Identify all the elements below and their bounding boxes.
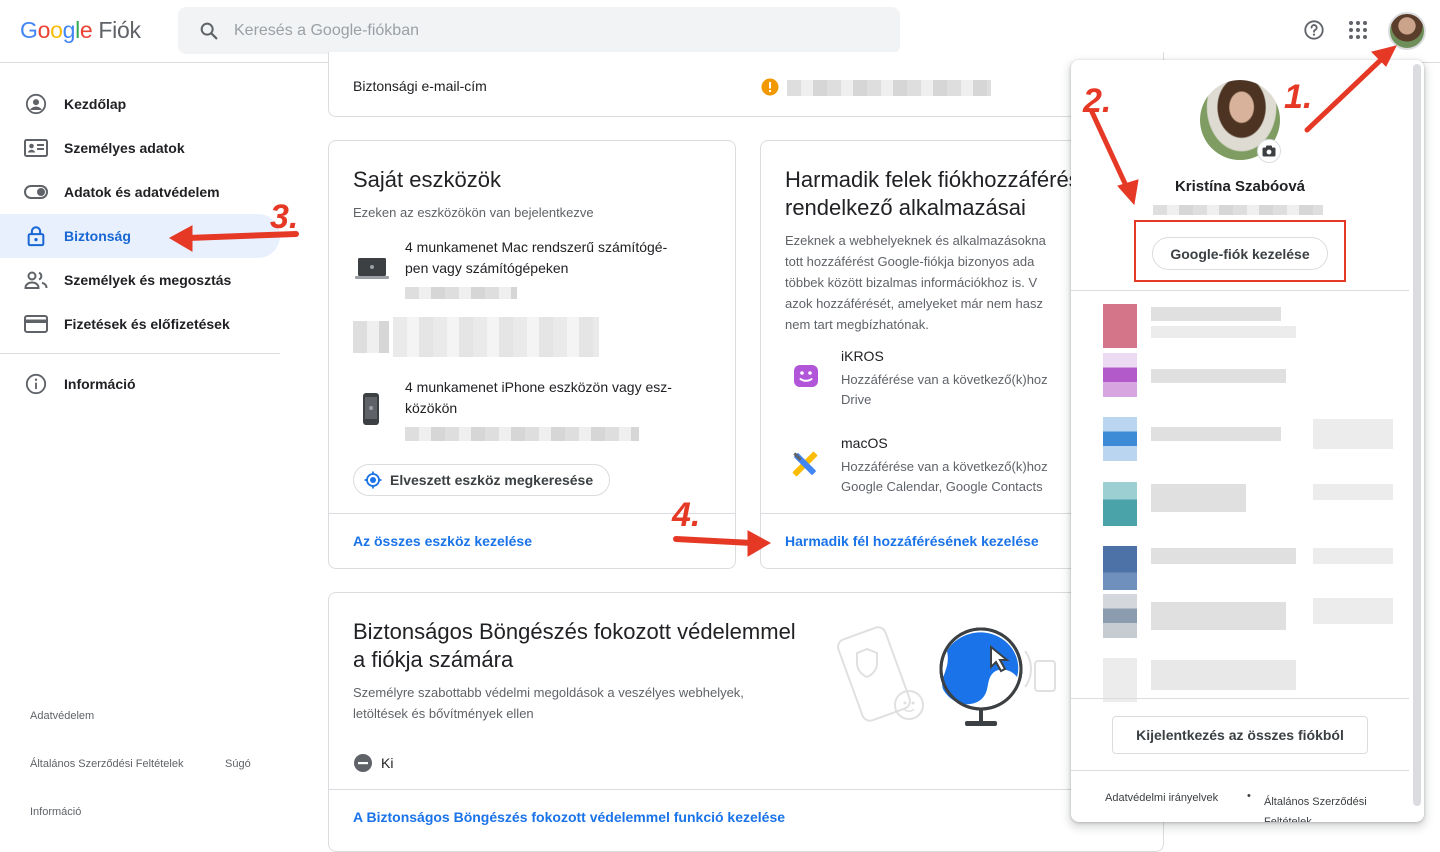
annotation-arrows bbox=[168, 45, 1397, 557]
arrow-4 bbox=[673, 536, 755, 546]
arrowhead-3 bbox=[168, 225, 193, 252]
annotation-number-4: 4. bbox=[672, 496, 701, 534]
annotation-number-2: 2. bbox=[1083, 82, 1112, 120]
annotation-number-1: 1. bbox=[1284, 78, 1313, 116]
arrow-2 bbox=[1089, 109, 1131, 193]
arrowhead-4 bbox=[747, 530, 772, 557]
arrow-1 bbox=[1304, 52, 1389, 133]
annotation-number-3: 3. bbox=[270, 198, 299, 236]
arrowhead-2 bbox=[1117, 179, 1139, 206]
